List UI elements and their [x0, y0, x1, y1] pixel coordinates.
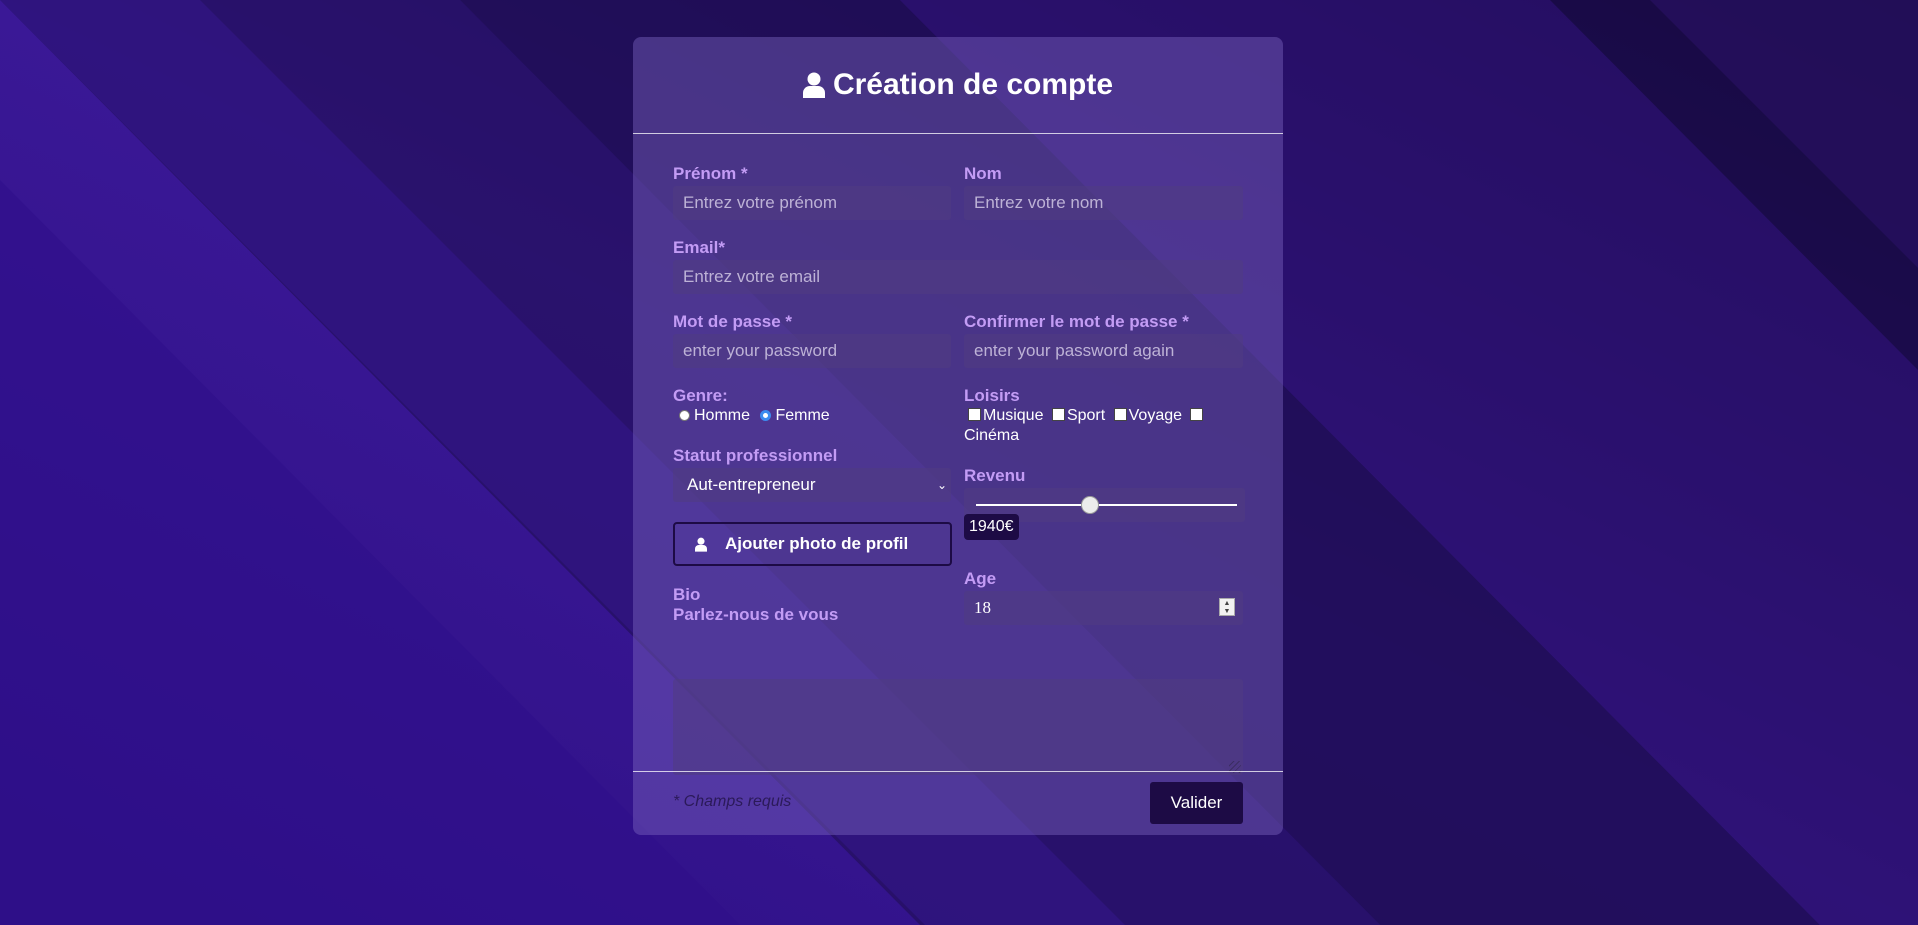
revenu-value: 1940€ [964, 514, 1019, 540]
password-input[interactable] [673, 334, 951, 368]
bio-sublabel: Parlez-nous de vous [673, 605, 839, 624]
nom-label: Nom [964, 164, 1002, 183]
nom-input[interactable] [964, 186, 1243, 220]
revenu-label: Revenu [964, 466, 1026, 485]
checkbox-musique-label: Musique [983, 407, 1044, 424]
checkbox-cinema[interactable] [1190, 408, 1204, 421]
user-icon [802, 72, 825, 98]
genre-radio-group: Homme Femme [673, 406, 830, 426]
user-icon [695, 537, 707, 552]
card-header: Création de compte [633, 37, 1283, 134]
checkbox-voyage-label: Voyage [1128, 407, 1183, 424]
email-input[interactable] [673, 260, 1243, 294]
age-spinner[interactable]: ▲ ▼ [1219, 598, 1235, 616]
prenom-input[interactable] [673, 186, 951, 220]
age-label: Age [964, 569, 997, 588]
prenom-label: Prénom * [673, 164, 748, 183]
statut-select[interactable]: Aut-entrepreneur ⌄ [673, 468, 951, 502]
age-value: 18 [974, 598, 991, 617]
genre-label: Genre: [673, 386, 728, 405]
slider-track [976, 504, 1237, 506]
chevron-down-icon: ⌄ [936, 478, 947, 492]
add-photo-button[interactable]: Ajouter photo de profil [673, 522, 952, 566]
required-note: * Champs requis [673, 793, 792, 810]
bio-label: Bio [673, 585, 701, 604]
signup-card: Création de compte Prénom * Nom Email* M… [633, 37, 1283, 835]
confirm-password-input[interactable] [964, 334, 1243, 368]
checkbox-cinema-label: Cinéma [964, 427, 1020, 444]
age-input[interactable]: 18 ▲ ▼ [964, 591, 1243, 625]
slider-thumb[interactable] [1080, 496, 1099, 514]
email-label: Email* [673, 238, 725, 257]
page-title: Création de compte [832, 68, 1114, 101]
radio-homme-label: Homme [694, 407, 751, 424]
checkbox-musique[interactable] [968, 408, 981, 421]
checkbox-sport[interactable] [1051, 408, 1065, 421]
loisirs-label: Loisirs [964, 386, 1020, 405]
radio-homme[interactable] [679, 410, 690, 421]
radio-femme[interactable] [760, 410, 772, 421]
bio-textarea[interactable] [673, 679, 1243, 775]
submit-button[interactable]: Valider [1150, 782, 1243, 824]
checkbox-voyage[interactable] [1113, 408, 1127, 421]
password-label: Mot de passe * [673, 312, 793, 331]
statut-selected-value: Aut-entrepreneur [687, 475, 816, 494]
card-footer: * Champs requis Valider [633, 771, 1283, 835]
loisirs-checkbox-group: Musique Sport Voyage Cinéma [964, 406, 1224, 446]
add-photo-label: Ajouter photo de profil [725, 534, 909, 553]
radio-femme-label: Femme [775, 407, 830, 424]
checkbox-sport-label: Sport [1066, 407, 1106, 424]
confirm-password-label: Confirmer le mot de passe * [964, 312, 1189, 331]
statut-label: Statut professionnel [673, 446, 838, 465]
